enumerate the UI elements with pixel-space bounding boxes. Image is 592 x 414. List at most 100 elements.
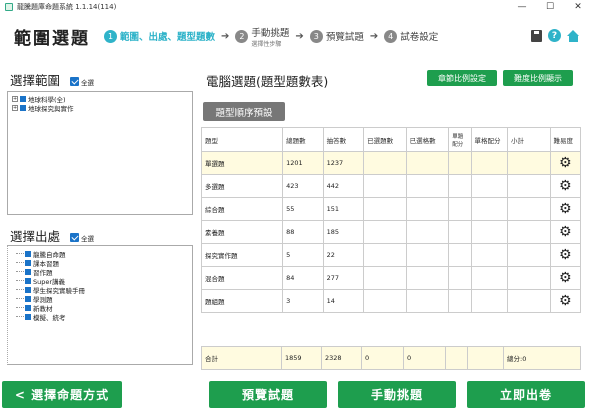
main-title: 電腦選題(題型題數表) [206,74,329,89]
expand-icon[interactable]: + [12,96,18,103]
row-subtotal[interactable] [506,243,551,267]
source-item[interactable]: 模擬、統考 [16,312,188,322]
gear-icon[interactable]: ⚙ [559,155,572,171]
checkbox[interactable] [25,277,31,284]
help-icon[interactable]: ? [548,29,561,42]
gear-icon[interactable]: ⚙ [559,224,572,240]
row-score-each[interactable] [448,289,472,313]
totals-selected: 0 [361,346,404,370]
step-3[interactable]: 3 預覽試題 [309,29,364,43]
row-score-each[interactable] [448,220,472,244]
row-score-each[interactable] [448,197,472,221]
row-cells[interactable] [405,243,450,267]
row-score-each[interactable] [448,151,472,175]
checkbox[interactable] [25,304,31,311]
difficulty-cell: ⚙ [549,174,582,198]
row-total: 1201 [282,151,324,175]
row-cell-score[interactable] [470,289,508,313]
row-subtotal[interactable] [506,289,551,313]
row-total: 88 [282,220,324,244]
gear-icon[interactable]: ⚙ [559,247,572,263]
row-cells[interactable] [405,151,450,175]
tree-item[interactable]: + 地球探究與實作 [12,104,188,113]
step-number: 3 [309,29,323,43]
checkbox[interactable] [25,313,31,320]
source-list[interactable]: 龍騰自命題 課本習題 習作題 Super講義 學生探究實驗手冊 學測題 新教材 … [7,245,193,365]
col-header: 已選格數 [405,127,450,152]
gear-icon[interactable]: ⚙ [559,201,572,217]
row-selected[interactable] [363,220,407,244]
difficulty-ratio-button[interactable]: 難度比例顯示 [503,70,573,86]
scope-tree[interactable]: + 地球科學(全) + 地球探究與實作 [7,91,193,215]
row-cells[interactable] [405,197,450,221]
step-2[interactable]: 2 手動挑題 選擇性步驟 [235,25,289,48]
back-button[interactable]: < 選擇命題方式 [2,381,122,408]
table-row[interactable]: 單選題 1201 1237 ⚙ [200,151,582,175]
row-subtotal[interactable] [506,174,551,198]
row-score-each[interactable] [448,174,472,198]
checkbox[interactable] [20,104,26,111]
close-button[interactable]: ✕ [564,2,592,12]
row-cell-score[interactable] [470,151,508,175]
row-selected[interactable] [363,243,407,267]
publish-button[interactable]: 立即出卷 [467,381,585,408]
row-subtotal[interactable] [506,220,551,244]
source-select-all-checkbox[interactable] [70,233,79,242]
manual-pick-button[interactable]: 手動挑題 [338,381,456,408]
difficulty-cell: ⚙ [549,151,582,175]
row-cells[interactable] [405,174,450,198]
col-header: 小計 [506,127,551,152]
table-row[interactable]: 綜合題 55 151 ⚙ [200,197,582,221]
row-subtotal[interactable] [506,151,551,175]
row-selected[interactable] [363,151,407,175]
row-cell-score[interactable] [470,243,508,267]
save-icon[interactable] [531,29,542,42]
row-selected[interactable] [363,266,407,290]
row-selected[interactable] [363,289,407,313]
checkbox[interactable] [25,268,31,275]
row-cell-score[interactable] [470,266,508,290]
row-type: 混合題 [200,266,284,290]
step-4[interactable]: 4 試卷設定 [384,29,438,43]
maximize-button[interactable]: ☐ [536,2,564,12]
gear-icon[interactable]: ⚙ [559,293,572,309]
row-subtotal[interactable] [506,266,551,290]
table-row[interactable]: 題組題 3 14 ⚙ [200,289,582,313]
type-order-button[interactable]: 題型順序預設 [203,102,285,121]
header: 範圍選題 1 範圍、出處、題型題數 ➔ 2 手動挑題 選擇性步驟 ➔ 3 預覽試… [0,20,592,52]
type-table: 題型 總題數 抽答數 已選題數 已選格數 單題配分 單格配分 小計 難易度 單選… [200,127,582,313]
checkbox[interactable] [20,96,26,103]
row-score-each[interactable] [448,243,472,267]
checkbox[interactable] [25,250,31,257]
scope-select-all-checkbox[interactable] [70,77,79,86]
row-selected[interactable] [363,174,407,198]
home-icon[interactable] [567,29,580,42]
row-answers: 277 [322,266,365,290]
row-cell-score[interactable] [470,220,508,244]
row-cells[interactable] [405,289,450,313]
preview-button[interactable]: 預覽試題 [209,381,327,408]
minimize-button[interactable]: — [508,2,536,12]
table-row[interactable]: 混合題 84 277 ⚙ [200,266,582,290]
row-cells[interactable] [405,266,450,290]
table-row[interactable]: 素養題 88 185 ⚙ [200,220,582,244]
chapter-ratio-button[interactable]: 章節比例設定 [427,70,497,86]
checkbox[interactable] [25,259,31,266]
row-cell-score[interactable] [470,174,508,198]
row-score-each[interactable] [448,266,472,290]
source-item-label: 模擬、統考 [33,313,66,322]
gear-icon[interactable]: ⚙ [559,270,572,286]
checkbox[interactable] [25,295,31,302]
checkbox[interactable] [25,286,31,293]
gear-icon[interactable]: ⚙ [559,178,572,194]
table-row[interactable]: 多選題 423 442 ⚙ [200,174,582,198]
table-row[interactable]: 探究實作題 5 22 ⚙ [200,243,582,267]
row-selected[interactable] [363,197,407,221]
row-subtotal[interactable] [506,197,551,221]
row-cells[interactable] [405,220,450,244]
step-1[interactable]: 1 範圍、出處、題型題數 [104,29,215,43]
step-label: 預覽試題 [325,32,364,43]
expand-icon[interactable]: + [12,104,18,111]
row-cell-score[interactable] [470,197,508,221]
row-answers: 1237 [322,151,365,175]
